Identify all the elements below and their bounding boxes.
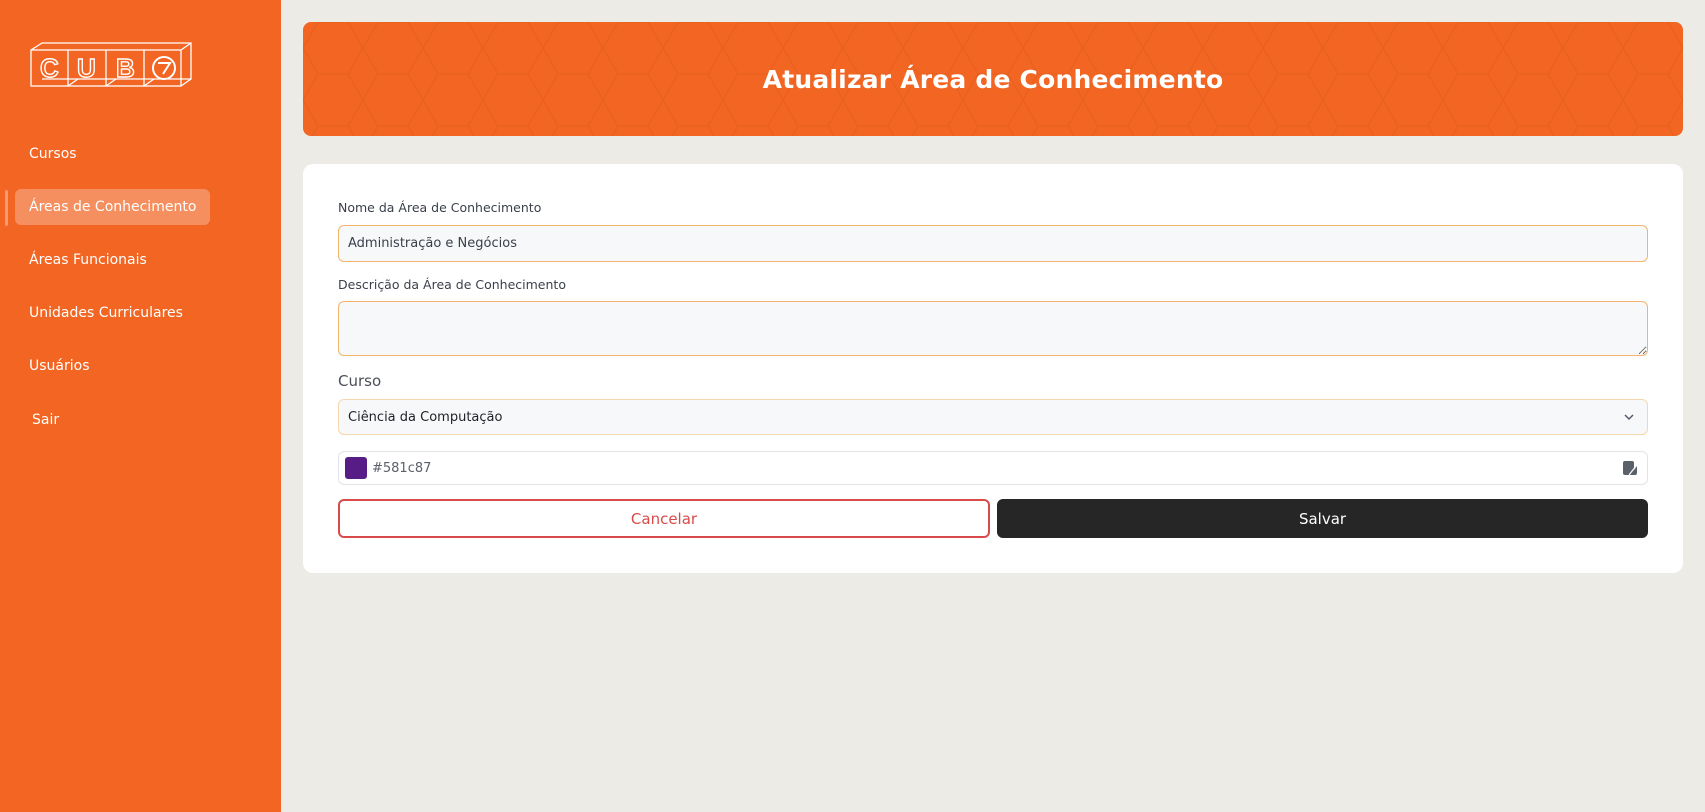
sidebar-item-areas-funcionais[interactable]: Áreas Funcionais [15,242,161,278]
sidebar-item-sair[interactable]: Sair [18,402,73,438]
svg-text:B: B [116,53,135,83]
sidebar: C U B Cursos Áreas de Conhecimento Áreas… [0,0,281,812]
description-label: Descrição da Área de Conhecimento [338,277,566,292]
cubo-logo[interactable]: C U B [30,42,192,94]
name-label: Nome da Área de Conhecimento [338,200,542,215]
edit-form-card: Nome da Área de Conhecimento Descrição d… [303,164,1683,573]
chevron-down-icon [1623,411,1635,427]
eyedropper-icon[interactable] [1622,460,1638,480]
sidebar-item-areas-conhecimento[interactable]: Áreas de Conhecimento [15,189,211,225]
cancel-button[interactable]: Cancelar [338,499,990,538]
name-input[interactable] [338,225,1648,262]
sidebar-item-usuarios[interactable]: Usuários [15,348,104,384]
svg-text:C: C [40,53,59,83]
course-label: Curso [338,372,382,390]
course-select[interactable]: Ciência da Computação [338,399,1648,435]
course-selected-value: Ciência da Computação [348,409,503,425]
description-textarea[interactable] [338,301,1648,356]
app-root: C U B Cursos Áreas de Conhecimento Áreas… [0,0,1705,812]
active-indicator [5,190,8,226]
svg-text:U: U [77,53,96,83]
sidebar-item-cursos[interactable]: Cursos [15,136,91,172]
page-title: Atualizar Área de Conhecimento [762,64,1224,94]
color-picker-field[interactable]: #581c87 [338,451,1648,485]
sidebar-item-unidades-curriculares[interactable]: Unidades Curriculares [15,295,197,331]
color-hex-value: #581c87 [372,460,432,476]
save-button[interactable]: Salvar [997,499,1648,538]
page-header-banner: Atualizar Área de Conhecimento [303,22,1683,136]
color-swatch[interactable] [345,457,367,479]
